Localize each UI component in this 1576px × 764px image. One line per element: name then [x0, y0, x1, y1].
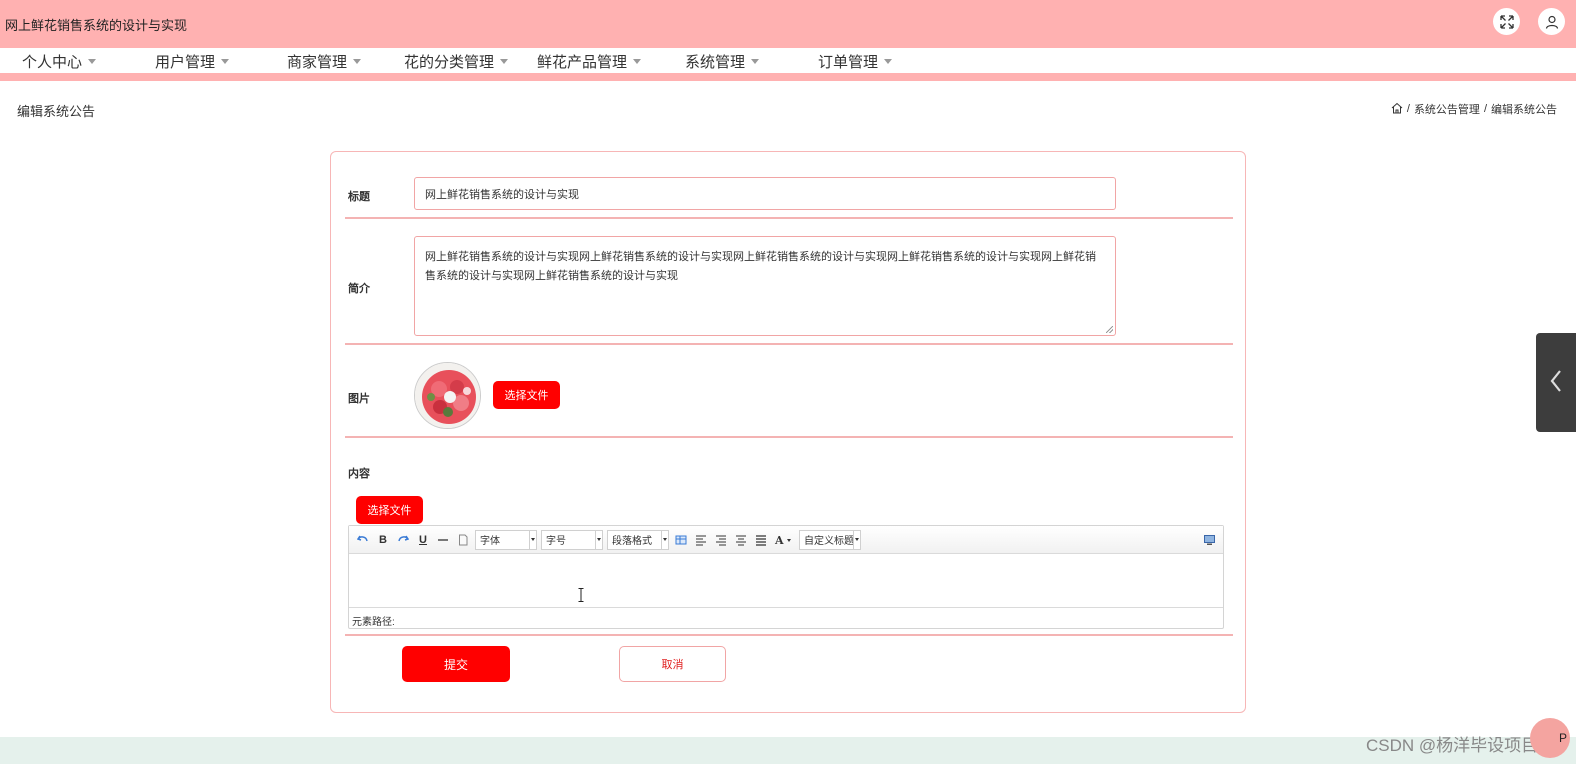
flower-image-thumbnail: [414, 362, 481, 429]
breadcrumb-separator: /: [1406, 103, 1410, 115]
edit-form: 标题 网上鲜花销售系统的设计与实现 简介 网上鲜花销售系统的设计与实现网上鲜花销…: [330, 151, 1246, 713]
intro-textarea[interactable]: 网上鲜花销售系统的设计与实现网上鲜花销售系统的设计与实现网上鲜花销售系统的设计与…: [414, 236, 1116, 336]
floating-button-label: P: [1558, 731, 1567, 745]
image-label: 图片: [348, 393, 370, 405]
font-family-select[interactable]: 字体: [475, 529, 537, 550]
resize-handle[interactable]: [1106, 326, 1113, 333]
nav-item-flower-category-management[interactable]: 花的分类管理: [404, 51, 509, 72]
intro-text: 网上鲜花销售系统的设计与实现网上鲜花销售系统的设计与实现网上鲜花销售系统的设计与…: [425, 251, 1096, 282]
dropdown-arrow-icon: [595, 530, 602, 549]
caret-down-icon: [500, 59, 509, 64]
app-title: 网上鲜花销售系统的设计与实现: [5, 17, 188, 33]
home-icon[interactable]: [1391, 102, 1403, 117]
cancel-button[interactable]: 取消: [619, 646, 726, 682]
dropdown-arrow-icon: [529, 530, 536, 549]
font-color-icon[interactable]: A: [773, 531, 795, 549]
caret-down-icon: [751, 59, 760, 64]
nav-item-user-management[interactable]: 用户管理: [155, 51, 230, 72]
row-divider: [345, 343, 1233, 345]
breadcrumb: / 系统公告管理 / 编辑系统公告: [1391, 101, 1557, 117]
breadcrumb-item: 编辑系统公告: [1491, 104, 1557, 116]
top-bar: 网上鲜花销售系统的设计与实现: [0, 0, 1576, 48]
align-center-icon[interactable]: [733, 531, 749, 549]
justify-icon[interactable]: [753, 531, 769, 549]
breadcrumb-item[interactable]: 系统公告管理: [1414, 101, 1480, 117]
nav-item-personal-center[interactable]: 个人中心: [22, 51, 97, 72]
svg-text:A: A: [774, 534, 784, 546]
title-input[interactable]: 网上鲜花销售系统的设计与实现: [414, 177, 1116, 210]
nav-label: 系统管理: [685, 54, 746, 71]
bold-icon[interactable]: B: [375, 531, 391, 549]
fullscreen-icon[interactable]: [1493, 8, 1520, 35]
user-icon[interactable]: [1538, 8, 1565, 35]
element-path: 元素路径:: [349, 607, 1223, 628]
paragraph-format-select[interactable]: 段落格式: [607, 529, 669, 550]
chevron-left-icon: [1549, 369, 1563, 396]
font-size-select[interactable]: 字号: [541, 529, 603, 550]
preview-icon[interactable]: [1201, 531, 1217, 549]
caret-down-icon: [221, 59, 230, 64]
paragraph-format-value: 段落格式: [612, 536, 652, 547]
watermark: CSDN @杨洋毕设项目: [1366, 736, 1539, 755]
footer: [0, 737, 1576, 764]
editor-content-area[interactable]: [349, 554, 1223, 607]
intro-label: 简介: [348, 283, 370, 295]
font-size-value: 字号: [546, 536, 566, 547]
nav-item-system-management[interactable]: 系统管理: [685, 51, 760, 72]
nav-label: 订单管理: [818, 54, 879, 71]
align-right-icon[interactable]: [713, 531, 729, 549]
nav-item-order-management[interactable]: 订单管理: [818, 51, 893, 72]
side-panel-toggle[interactable]: [1536, 333, 1576, 432]
dropdown-arrow-icon: [661, 530, 668, 549]
horizontal-rule-icon[interactable]: [435, 531, 451, 549]
submit-button[interactable]: 提交: [402, 646, 510, 682]
content-choose-file-button[interactable]: 选择文件: [356, 496, 423, 524]
choose-image-button[interactable]: 选择文件: [493, 381, 560, 409]
nav-label: 个人中心: [22, 54, 83, 71]
align-left-icon[interactable]: [693, 531, 709, 549]
page-icon[interactable]: [455, 531, 471, 549]
font-family-value: 字体: [480, 536, 500, 547]
custom-heading-value: 自定义标题: [804, 536, 854, 547]
nav-label: 花的分类管理: [404, 54, 495, 71]
floating-action-button[interactable]: P: [1530, 718, 1570, 758]
title-label: 标题: [348, 191, 370, 203]
nav-label: 鲜花产品管理: [537, 54, 628, 71]
content-label: 内容: [348, 468, 370, 480]
nav-label: 商家管理: [287, 54, 348, 71]
main-nav: 个人中心 用户管理 商家管理 花的分类管理 鲜花产品管理 系统管理 订单管理: [0, 48, 1576, 81]
table-icon[interactable]: [673, 531, 689, 549]
caret-down-icon: [884, 59, 893, 64]
caret-down-icon: [88, 59, 97, 64]
nav-item-flower-product-management[interactable]: 鲜花产品管理: [537, 51, 642, 72]
custom-heading-select[interactable]: 自定义标题: [799, 529, 861, 550]
nav-label: 用户管理: [155, 54, 216, 71]
row-divider: [345, 217, 1233, 219]
caret-down-icon: [633, 59, 642, 64]
underline-icon[interactable]: U: [415, 531, 431, 549]
caret-down-icon: [353, 59, 362, 64]
row-divider: [345, 634, 1233, 636]
redo-icon[interactable]: [395, 531, 411, 549]
dropdown-arrow-icon: [853, 530, 860, 549]
text-cursor-icon: [578, 588, 584, 605]
rich-text-editor: B U 字体 字号 段落格式 A 自定义标题 元素路径:: [348, 525, 1224, 629]
editor-toolbar: B U 字体 字号 段落格式 A 自定义标题: [349, 526, 1223, 554]
page-title: 编辑系统公告: [17, 104, 96, 119]
row-divider: [345, 436, 1233, 438]
nav-item-merchant-management[interactable]: 商家管理: [287, 51, 362, 72]
undo-icon[interactable]: [355, 531, 371, 549]
breadcrumb-separator: /: [1483, 103, 1487, 115]
